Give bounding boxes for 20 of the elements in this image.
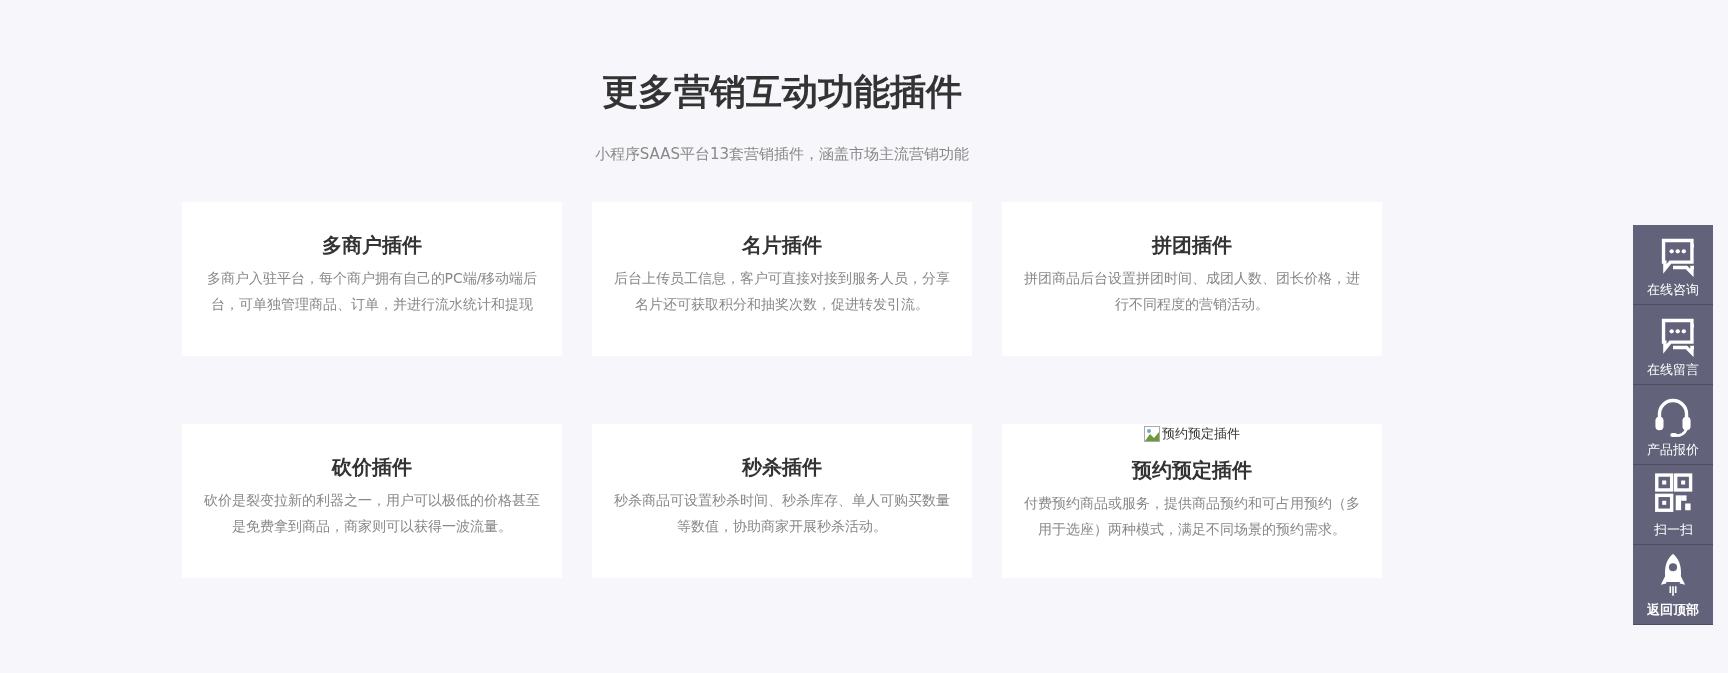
sidebar-button[interactable]: 返回顶部 <box>1633 545 1713 625</box>
image-alt-text: 预约预定插件 <box>1162 425 1240 443</box>
card-title: 砍价插件 <box>332 454 412 481</box>
section-title: 更多营销互动功能插件 <box>602 70 962 114</box>
section-subtitle: 小程序SAAS平台13套营销插件，涵盖市场主流营销功能 <box>594 145 970 164</box>
card-description: 拼团商品后台设置拼团时间、成团人数、团长价格，进行不同程度的营销活动。 <box>1023 269 1361 314</box>
card-description: 砍价是裂变拉新的利器之一，用户可以极低的价格甚至是免费拿到商品，商家则可以获得一波流量。 <box>203 491 541 536</box>
card-description: 后台上传员工信息，客户可直接对接到服务人员，分享名片还可获取积分和抽奖次数，促进转发引流。 <box>613 269 951 314</box>
sidebar-button[interactable]: 在线留言 <box>1633 305 1713 385</box>
card-title: 拼团插件 <box>1152 232 1232 259</box>
sidebar-button[interactable]: 产品报价 <box>1633 385 1713 465</box>
sidebar-button[interactable]: 扫一扫 <box>1633 465 1713 545</box>
card-title: 名片插件 <box>742 232 822 259</box>
card-description: 付费预约商品或服务，提供商品预约和可占用预约（多用于选座）两种模式，满足不同场景的预约需求。 <box>1023 494 1361 539</box>
card-title: 多商户插件 <box>322 232 422 259</box>
card-description: 秒杀商品可设置秒杀时间、秒杀库存、单人可购买数量等数值，协助商家开展秒杀活动。 <box>613 491 951 536</box>
card-title: 预约预定插件 <box>1132 457 1252 484</box>
card-title: 秒杀插件 <box>742 454 822 481</box>
sidebar-button[interactable]: 在线咨询 <box>1633 225 1713 305</box>
card-description: 多商户入驻平台，每个商户拥有自己的PC端/移动端后台，可单独管理商品、订单，并进行流水统计和提现 <box>205 269 539 314</box>
